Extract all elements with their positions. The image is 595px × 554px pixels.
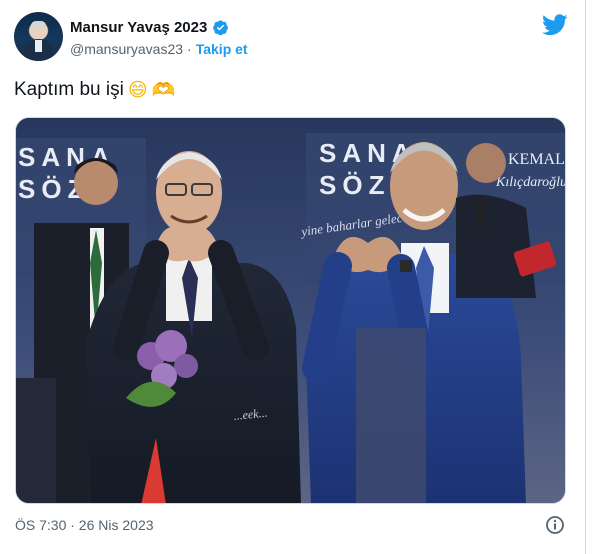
avatar[interactable]: [14, 12, 63, 61]
tweet-text: Kaptım bu işi 😄 🫶: [14, 78, 176, 102]
heart-hands-emoji: 🫶: [151, 79, 176, 101]
tweet-timestamp[interactable]: ÖS 7:30 · 26 Nis 2023: [15, 517, 154, 533]
author-name-row: Mansur Yavaş 2023: [70, 19, 229, 36]
banner-script: Kılıçdaroğlu: [495, 175, 566, 190]
author-display-name[interactable]: Mansur Yavaş 2023: [70, 19, 207, 36]
tweet-photo[interactable]: SANA SÖZ SANA SÖZ KEMAL Kılıçdaroğlu yin…: [15, 117, 566, 504]
banner-signature: KEMAL: [508, 151, 565, 168]
twitter-bird-icon[interactable]: [542, 14, 568, 36]
tweet-card: Mansur Yavaş 2023 @mansuryavas23 · Takip…: [0, 0, 586, 554]
author-handle-row: @mansuryavas23 · Takip et: [70, 41, 248, 57]
tweet-header: Mansur Yavaş 2023 @mansuryavas23 · Takip…: [14, 12, 574, 64]
banner-soz-right: SÖZ: [319, 170, 390, 200]
tweet-body: Kaptım bu işi: [14, 78, 124, 100]
verified-badge-icon: [212, 19, 229, 36]
separator-dot: ·: [187, 41, 192, 57]
follow-button[interactable]: Takip et: [196, 41, 248, 57]
author-handle[interactable]: @mansuryavas23: [70, 41, 183, 57]
info-circle-icon[interactable]: [545, 515, 565, 535]
grinning-face-emoji: 😄: [127, 78, 148, 101]
